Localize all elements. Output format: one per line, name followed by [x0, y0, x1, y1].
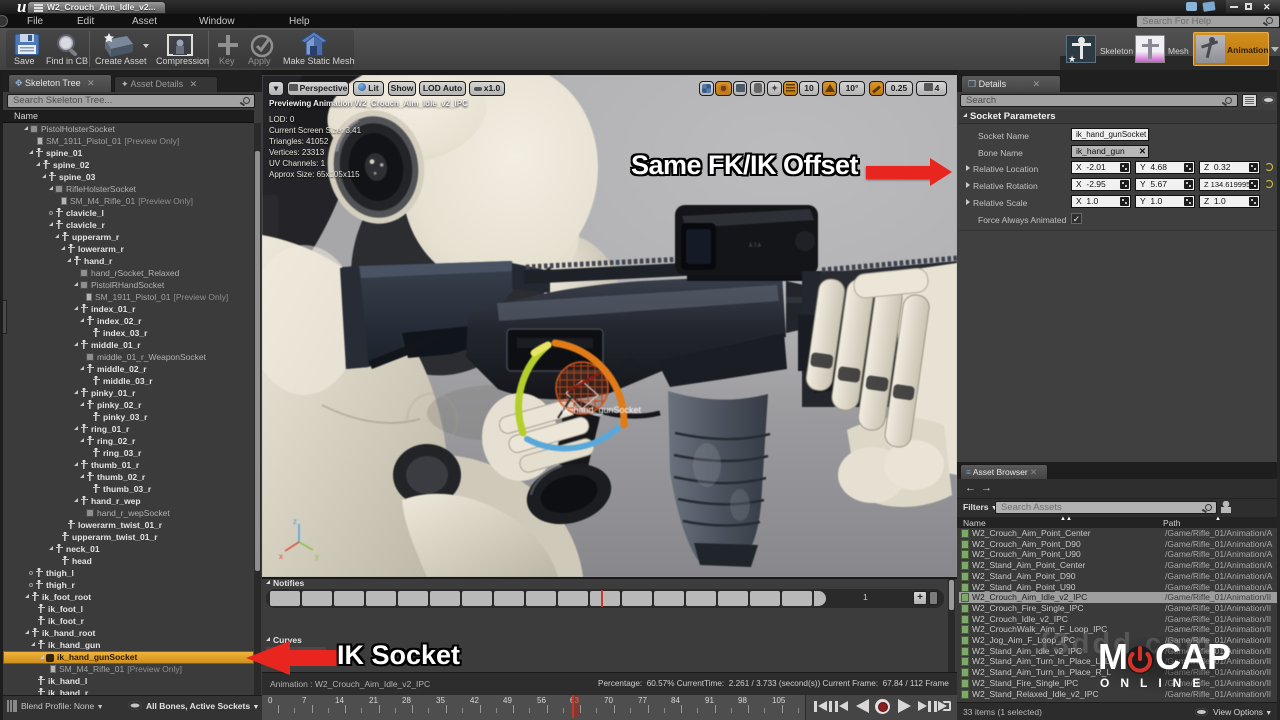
svg-text:A.T.A: A.T.A	[749, 243, 762, 249]
svg-text:x: x	[279, 552, 283, 561]
svg-text:ik_hand_gunSocket: ik_hand_gunSocket	[562, 405, 642, 415]
svg-text:y: y	[315, 552, 319, 561]
svg-text:z: z	[293, 517, 297, 526]
